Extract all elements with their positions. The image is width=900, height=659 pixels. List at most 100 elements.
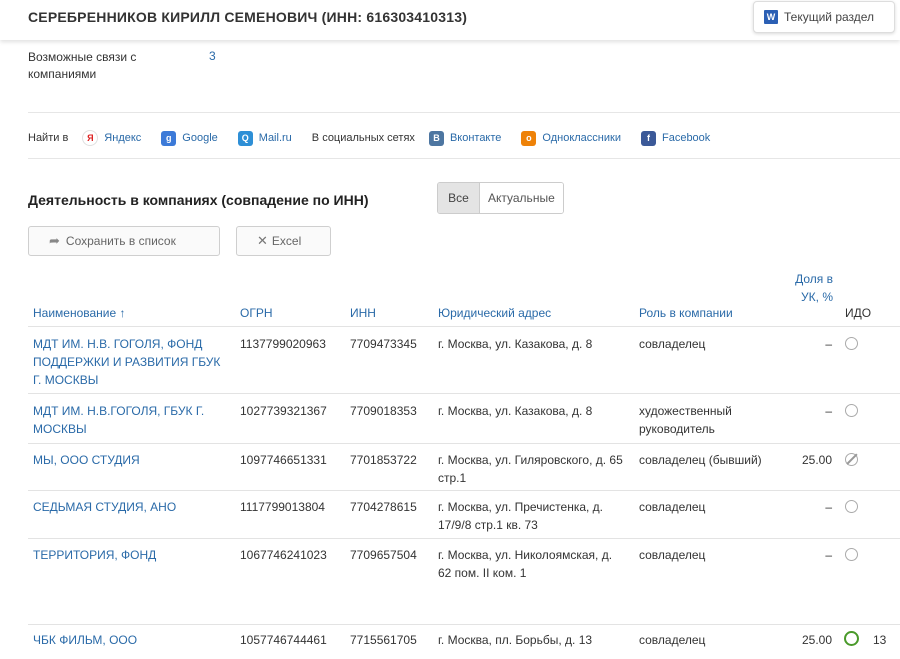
column-header-address[interactable]: Юридический адрес	[438, 306, 551, 320]
company-name-link[interactable]: ТЕРРИТОРИЯ, ФОНД	[33, 546, 223, 564]
filter-toggle: Все Актуальные	[437, 182, 564, 214]
row-divider	[28, 490, 900, 491]
address-cell: г. Москва, ул. Гиляровского, д. 65 стр.1	[438, 453, 623, 485]
inn-cell: 7704278615	[350, 500, 417, 514]
filter-current-option[interactable]: Актуальные	[480, 183, 563, 213]
excel-button[interactable]: ✕ Excel	[236, 226, 331, 256]
social-networks-label: В социальных сетях	[311, 132, 415, 144]
role-cell: совладелец	[639, 337, 706, 351]
role-cell: совладелец	[639, 500, 706, 514]
ogrn-cell: 1137799020963	[240, 337, 326, 351]
share-arrow-icon: ➦	[49, 233, 60, 248]
role-cell: совладелец	[639, 633, 706, 647]
page-title: СЕРЕБРЕННИКОВ КИРИЛЛ СЕМЕНОВИЧ (ИНН: 616…	[28, 9, 468, 25]
role-cell: художественный руководитель	[639, 404, 732, 436]
word-icon: W	[764, 10, 778, 24]
address-cell: г. Москва, ул. Пречистенка, д. 17/9/8 ст…	[438, 500, 604, 532]
vk-label: Вконтакте	[449, 132, 502, 144]
share-cell: –	[825, 404, 832, 418]
google-label: Google	[182, 132, 218, 144]
ido-count: 13	[873, 633, 887, 647]
row-divider	[28, 624, 900, 625]
filter-all-option[interactable]: Все	[438, 183, 480, 213]
yandex-icon: Я	[82, 130, 99, 146]
save-to-list-label: Сохранить в список	[65, 234, 176, 248]
column-header-ido: ИДО	[845, 306, 872, 320]
ogrn-cell: 1067746241023	[240, 548, 327, 562]
green-circle-icon	[844, 631, 859, 646]
column-header-share[interactable]: Доля в УК, %	[795, 270, 833, 306]
possible-links-count[interactable]: 3	[209, 49, 216, 63]
column-header-inn[interactable]: ИНН	[350, 306, 376, 320]
google-link[interactable]: g Google	[161, 130, 218, 146]
ido-status-icon	[845, 500, 859, 514]
save-to-list-button[interactable]: ➦ Сохранить в список	[28, 226, 220, 256]
divider	[28, 158, 900, 159]
ido-status-icon	[845, 453, 859, 467]
activity-section-title: Деятельность в компаниях (совпадение по …	[28, 192, 369, 208]
column-header-ogrn[interactable]: ОГРН	[240, 306, 273, 320]
empty-circle-icon	[845, 548, 858, 561]
share-cell: –	[825, 500, 832, 514]
role-cell: совладелец	[639, 548, 706, 562]
excel-label: Excel	[271, 234, 302, 248]
share-cell: –	[825, 548, 832, 562]
ido-status-icon	[845, 548, 859, 562]
table-header-divider	[28, 326, 900, 327]
company-name-link[interactable]: ЧБК ФИЛЬМ, ООО	[33, 631, 223, 649]
company-name-link[interactable]: СЕДЬМАЯ СТУДИЯ, АНО	[33, 498, 223, 516]
odnoklassniki-icon: o	[521, 130, 537, 146]
empty-circle-icon	[845, 500, 858, 513]
company-name-link[interactable]: МДТ ИМ. Н.В.ГОГОЛЯ, ГБУК Г. МОСКВЫ	[33, 402, 223, 438]
yandex-label: Яндекс	[104, 132, 142, 144]
address-cell: г. Москва, ул. Казакова, д. 8	[438, 404, 593, 418]
column-header-name[interactable]: Наименование ↑	[33, 306, 126, 320]
divider	[28, 112, 900, 113]
row-divider	[28, 443, 900, 444]
ido-status-icon	[845, 337, 859, 351]
odnoklassniki-label: Одноклассники	[542, 132, 621, 144]
facebook-label: Facebook	[661, 132, 711, 144]
vk-link[interactable]: B Вконтакте	[428, 130, 502, 146]
empty-circle-icon	[845, 337, 858, 350]
address-cell: г. Москва, ул. Казакова, д. 8	[438, 337, 593, 351]
row-divider	[28, 393, 900, 394]
share-cell: –	[825, 337, 832, 351]
header-bar: СЕРЕБРЕННИКОВ КИРИЛЛ СЕМЕНОВИЧ (ИНН: 616…	[0, 0, 900, 40]
current-section-button[interactable]: W Текущий раздел	[753, 1, 895, 33]
mailru-icon: Q	[237, 130, 253, 146]
share-cell: 25.00	[801, 633, 832, 647]
excel-icon: ✕	[257, 233, 268, 248]
row-divider	[28, 538, 900, 539]
find-in-label: Найти в	[28, 132, 69, 144]
inn-cell: 7701853722	[350, 453, 417, 467]
empty-circle-icon	[845, 404, 858, 417]
yandex-link[interactable]: Я Яндекс	[82, 130, 141, 146]
current-section-label: Текущий раздел	[784, 10, 875, 24]
mailru-label: Mail.ru	[258, 132, 292, 144]
odnoklassniki-link[interactable]: o Одноклассники	[521, 130, 621, 146]
inn-cell: 7715561705	[350, 633, 417, 647]
company-name-link[interactable]: МЫ, ООО СТУДИЯ	[33, 451, 223, 469]
possible-links-label: Возможные связи с компаниями	[28, 50, 137, 81]
facebook-link[interactable]: f Facebook	[640, 130, 711, 146]
inn-cell: 7709018353	[350, 404, 417, 418]
ogrn-cell: 1097746651331	[240, 453, 327, 467]
address-cell: г. Москва, ул. Николоямская, д. 62 пом. …	[438, 548, 613, 580]
inn-cell: 7709657504	[350, 548, 417, 562]
company-name-link[interactable]: МДТ ИМ. Н.В. ГОГОЛЯ, ФОНД ПОДДЕРЖКИ И РА…	[33, 335, 223, 389]
ogrn-cell: 1027739321367	[240, 404, 327, 418]
role-cell: совладелец (бывший)	[639, 453, 762, 467]
crossed-circle-icon	[845, 453, 858, 466]
mailru-link[interactable]: Q Mail.ru	[237, 130, 292, 146]
vk-icon: B	[428, 130, 444, 146]
google-icon: g	[161, 130, 177, 146]
address-cell: г. Москва, пл. Борьбы, д. 13	[438, 633, 593, 647]
share-cell: 25.00	[801, 453, 832, 467]
inn-cell: 7709473345	[350, 337, 417, 351]
ido-status-icon	[845, 404, 859, 418]
ogrn-cell: 1117799013804	[240, 500, 325, 514]
column-header-role[interactable]: Роль в компании	[639, 306, 733, 320]
ogrn-cell: 1057746744461	[240, 633, 327, 647]
ido-status-icon[interactable]	[844, 631, 859, 646]
